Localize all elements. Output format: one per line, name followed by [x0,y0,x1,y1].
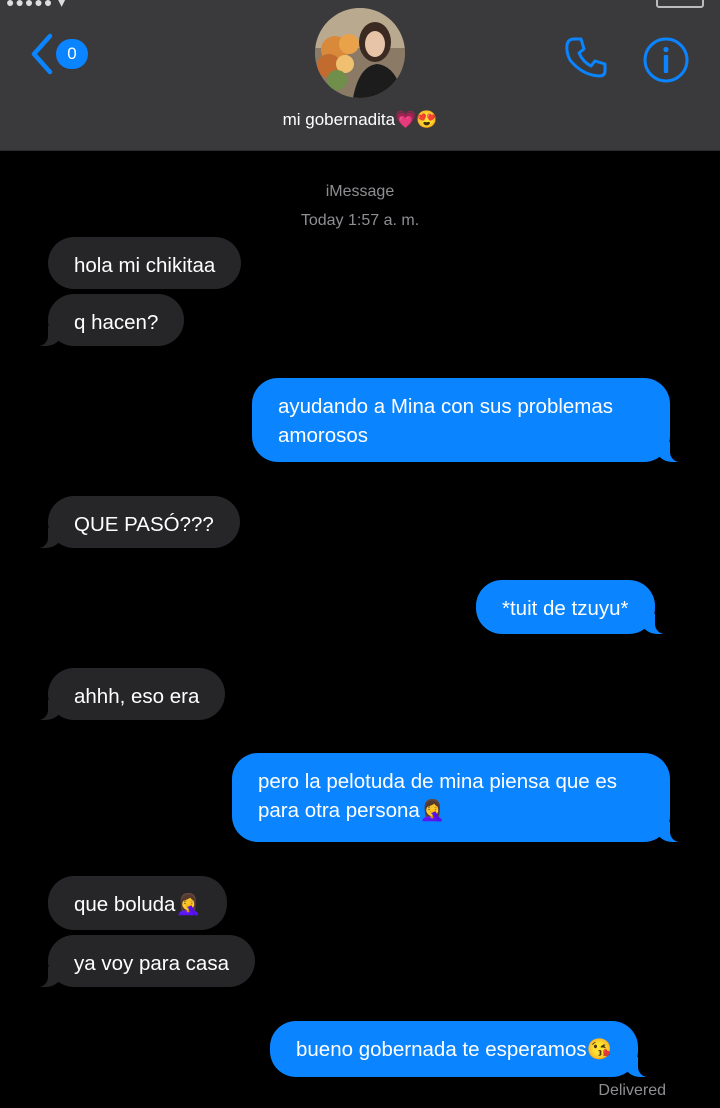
chevron-left-icon [31,33,53,75]
message-text: q hacen? [74,311,159,334]
avatar-photo [315,8,405,98]
delivery-status: Delivered [598,1082,666,1099]
message-incoming[interactable]: que boluda🤦‍♀️ [48,876,227,930]
message-incoming[interactable]: q hacen? [33,294,185,346]
contact-avatar[interactable] [315,8,405,98]
info-icon[interactable] [642,36,690,84]
message-incoming[interactable]: QUE PASÓ??? [34,496,240,548]
message-text: *tuit de tzuyu* [502,597,629,620]
message-text: ayudando a Mina con sus problemas amoros… [278,395,614,447]
service-label: iMessage [325,183,395,200]
message-text: QUE PASÓ??? [74,513,214,536]
unread-count-badge: 0 [56,39,88,69]
battery-icon [656,0,704,8]
message-outgoing[interactable]: bueno gobernada te esperamos😘 [270,1021,653,1077]
message-text: ya voy para casa [74,952,229,975]
message-text: hola mi chikitaa [74,254,216,277]
message-text: que boluda🤦‍♀️ [74,893,201,916]
message-text: pero la pelotuda de mina piensa que es p… [258,770,618,822]
message-outgoing[interactable]: pero la pelotuda de mina piensa que es p… [232,753,684,842]
message-text: bueno gobernada te esperamos😘 [296,1038,613,1061]
contact-name[interactable]: mi gobernadita💗😍 [0,110,720,130]
message-text: ahhh, eso era [74,685,200,708]
conversation-timestamp: Today 1:57 a. m. [300,212,420,229]
status-bar: ●●●●● ▾ [0,0,720,10]
message-incoming[interactable]: hola mi chikitaa [48,237,242,289]
message-incoming[interactable]: ahhh, eso era [33,668,226,720]
message-incoming[interactable]: ya voy para casa [34,935,255,987]
back-button[interactable]: 0 [30,32,88,76]
message-outgoing[interactable]: *tuit de tzuyu* [476,580,668,634]
conversation-header: ●●●●● ▾ 0 mi gobernadita💗😍 [0,0,720,151]
message-outgoing[interactable]: ayudando a Mina con sus problemas amoros… [252,378,684,462]
signal-icon: ●●●●● ▾ [6,0,67,10]
phone-icon[interactable] [562,34,610,82]
